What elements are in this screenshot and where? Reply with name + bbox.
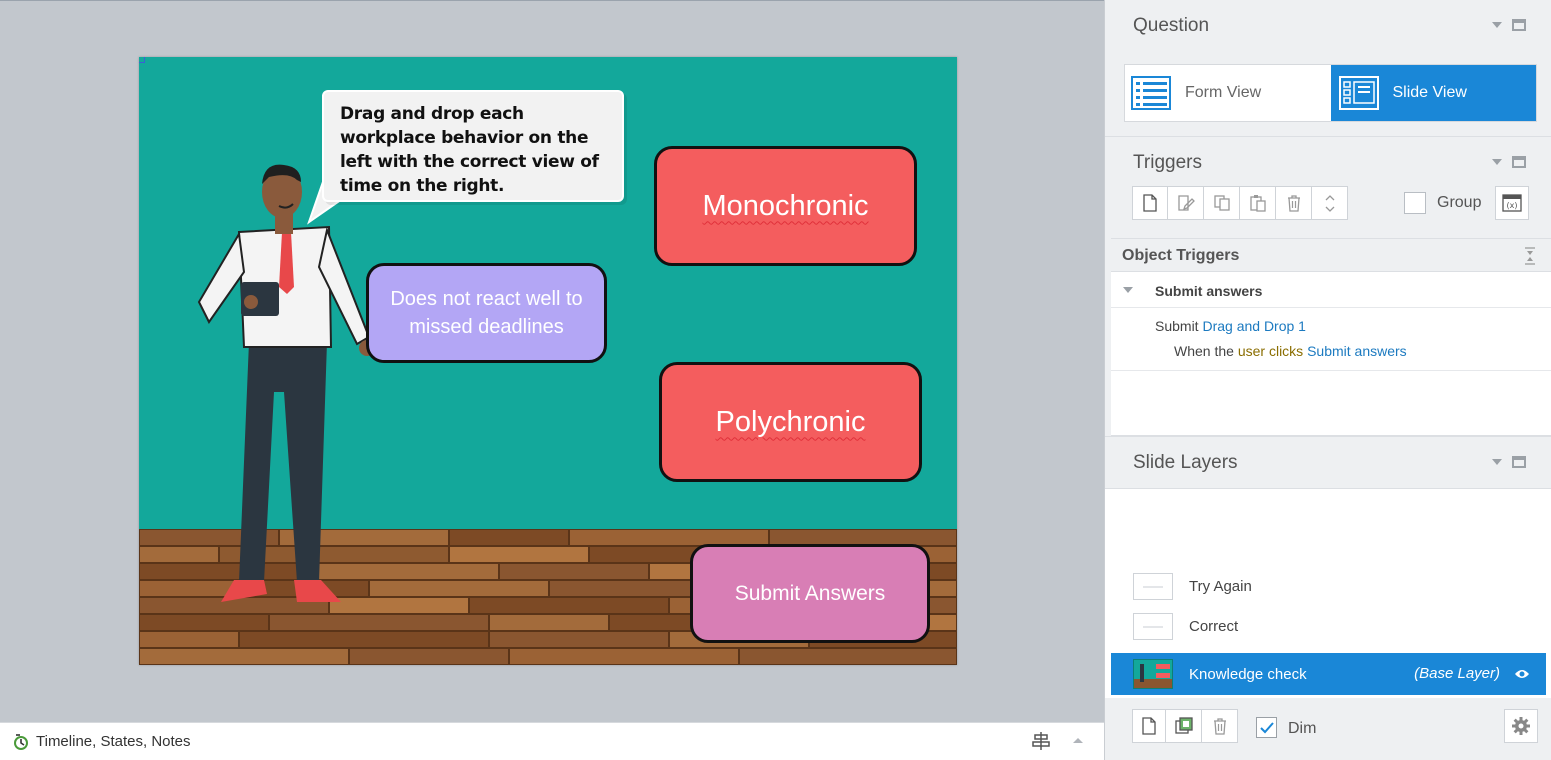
slide-layers-panel-header: Slide Layers xyxy=(1105,436,1551,488)
layers-toolbar xyxy=(1132,709,1238,743)
trigger-target-link[interactable]: Drag and Drop 1 xyxy=(1202,318,1306,334)
group-label: Group xyxy=(1437,194,1482,211)
trigger-group-label: Submit answers xyxy=(1155,283,1263,299)
collapse-arrow-icon[interactable] xyxy=(1492,459,1502,465)
expand-arrow-icon[interactable] xyxy=(1123,287,1133,293)
new-trigger-button[interactable] xyxy=(1132,186,1168,220)
drop-target-label: Monochronic xyxy=(702,189,869,222)
slide-canvas-area: Drag and drop each workplace behavior on… xyxy=(0,0,1104,722)
selection-handle[interactable] xyxy=(139,57,145,63)
layer-name: Try Again xyxy=(1189,577,1252,595)
slide-layers-title: Slide Layers xyxy=(1133,452,1238,473)
trigger-group-row[interactable]: Submit answers xyxy=(1111,272,1551,308)
trigger-action-line[interactable]: Submit Drag and Drop 1 xyxy=(1155,318,1306,334)
collapse-arrow-icon[interactable] xyxy=(1492,22,1502,28)
layer-row-try-again[interactable]: Try Again xyxy=(1105,566,1551,606)
slide-view-label: Slide View xyxy=(1392,84,1467,101)
layer-thumbnail xyxy=(1133,572,1173,600)
new-layer-button[interactable] xyxy=(1132,709,1166,743)
variables-icon: (x) xyxy=(1502,194,1522,212)
instruction-text: Drag and drop each workplace behavior on… xyxy=(340,104,599,196)
object-triggers-header[interactable]: Object Triggers xyxy=(1111,238,1551,272)
new-document-icon xyxy=(1143,194,1157,212)
float-panel-icon[interactable] xyxy=(1512,19,1526,31)
instruction-bubble: Drag and drop each workplace behavior on… xyxy=(322,90,624,202)
float-panel-icon[interactable] xyxy=(1512,456,1526,468)
eye-icon[interactable] xyxy=(1514,668,1530,680)
question-panel-header: Question xyxy=(1105,0,1551,52)
group-checkbox[interactable] xyxy=(1404,192,1426,214)
checkmark-icon xyxy=(1259,721,1274,733)
timeline-states-notes-toggle[interactable]: Timeline, States, Notes xyxy=(36,733,191,750)
trash-icon xyxy=(1213,718,1226,735)
gear-icon xyxy=(1512,717,1530,735)
divider xyxy=(1111,370,1551,371)
form-view-button[interactable]: Form View xyxy=(1125,65,1331,121)
base-layer-tag: (Base Layer) xyxy=(1414,665,1500,682)
dim-label: Dim xyxy=(1288,720,1317,737)
new-document-icon xyxy=(1142,717,1156,735)
submit-answers-button[interactable]: Submit Answers xyxy=(690,544,930,643)
svg-text:(x): (x) xyxy=(1507,201,1518,210)
layer-row-correct[interactable]: Correct xyxy=(1105,606,1551,646)
manage-variables-button[interactable]: (x) xyxy=(1495,186,1529,220)
drop-target-monochronic[interactable]: Monochronic xyxy=(654,146,917,266)
slide-view-icon xyxy=(1338,76,1379,110)
layer-name: Correct xyxy=(1189,617,1239,635)
copy-icon xyxy=(1213,195,1230,211)
drop-target-label: Polychronic xyxy=(715,405,866,438)
layer-name: Knowledge check xyxy=(1189,665,1307,683)
slide-view-button[interactable]: Slide View xyxy=(1330,65,1536,121)
delete-trigger-button[interactable] xyxy=(1276,186,1312,220)
question-panel-title: Question xyxy=(1133,15,1210,36)
base-layer-thumbnail xyxy=(1133,659,1173,689)
trigger-object-link[interactable]: Submit answers xyxy=(1307,343,1407,359)
chevron-up-icon[interactable] xyxy=(1072,736,1084,746)
trigger-who[interactable]: user clicks xyxy=(1238,343,1303,359)
form-view-label: Form View xyxy=(1185,84,1262,101)
slide-layout-icon[interactable] xyxy=(1032,731,1050,751)
object-triggers-title: Object Triggers xyxy=(1122,247,1240,264)
duplicate-icon xyxy=(1174,717,1193,734)
layers-list: Try Again Correct Knowledge check (Base … xyxy=(1105,488,1551,698)
collapse-arrow-icon[interactable] xyxy=(1492,159,1502,165)
layer-settings-button[interactable] xyxy=(1504,709,1538,743)
trigger-condition-line[interactable]: When the user clicks Submit answers xyxy=(1174,343,1407,359)
edit-trigger-button[interactable] xyxy=(1168,186,1204,220)
float-panel-icon[interactable] xyxy=(1512,156,1526,168)
dim-checkbox[interactable] xyxy=(1256,717,1277,738)
paste-trigger-button[interactable] xyxy=(1240,186,1276,220)
triggers-panel-title: Triggers xyxy=(1133,152,1202,173)
status-bar: Timeline, States, Notes xyxy=(0,722,1104,760)
arrow-down-icon xyxy=(1325,206,1334,212)
view-switch: Form View Slide View xyxy=(1124,64,1537,122)
paste-icon xyxy=(1249,195,1266,212)
layer-thumbnail xyxy=(1133,612,1173,640)
triggers-panel-header: Triggers xyxy=(1105,136,1551,188)
submit-answers-label: Submit Answers xyxy=(734,581,886,605)
duplicate-layer-button[interactable] xyxy=(1166,709,1202,743)
copy-trigger-button[interactable] xyxy=(1204,186,1240,220)
slide-stage: Drag and drop each workplace behavior on… xyxy=(139,57,957,665)
collapse-all-icon[interactable] xyxy=(1524,247,1536,265)
trigger-when: When the xyxy=(1174,343,1234,359)
triggers-toolbar xyxy=(1132,186,1348,220)
drag-item-label: Does not react well to missed deadlines xyxy=(390,288,583,338)
trigger-list: Submit answers Submit Drag and Drop 1 Wh… xyxy=(1111,272,1551,436)
trigger-action: Submit xyxy=(1155,318,1199,334)
right-panel: Question Form View Slide View Triggers G… xyxy=(1104,0,1551,760)
trash-icon xyxy=(1287,195,1300,212)
form-view-icon xyxy=(1131,76,1171,110)
timeline-icon[interactable] xyxy=(12,733,30,751)
delete-layer-button[interactable] xyxy=(1202,709,1238,743)
edit-icon xyxy=(1177,195,1195,211)
layer-row-base[interactable]: Knowledge check (Base Layer) xyxy=(1111,653,1546,695)
presenter-character xyxy=(197,164,375,602)
drag-item-deadlines[interactable]: Does not react well to missed deadlines xyxy=(366,263,607,363)
drop-target-polychronic[interactable]: Polychronic xyxy=(659,362,922,482)
arrow-up-icon xyxy=(1325,194,1334,200)
move-trigger-button[interactable] xyxy=(1312,186,1348,220)
